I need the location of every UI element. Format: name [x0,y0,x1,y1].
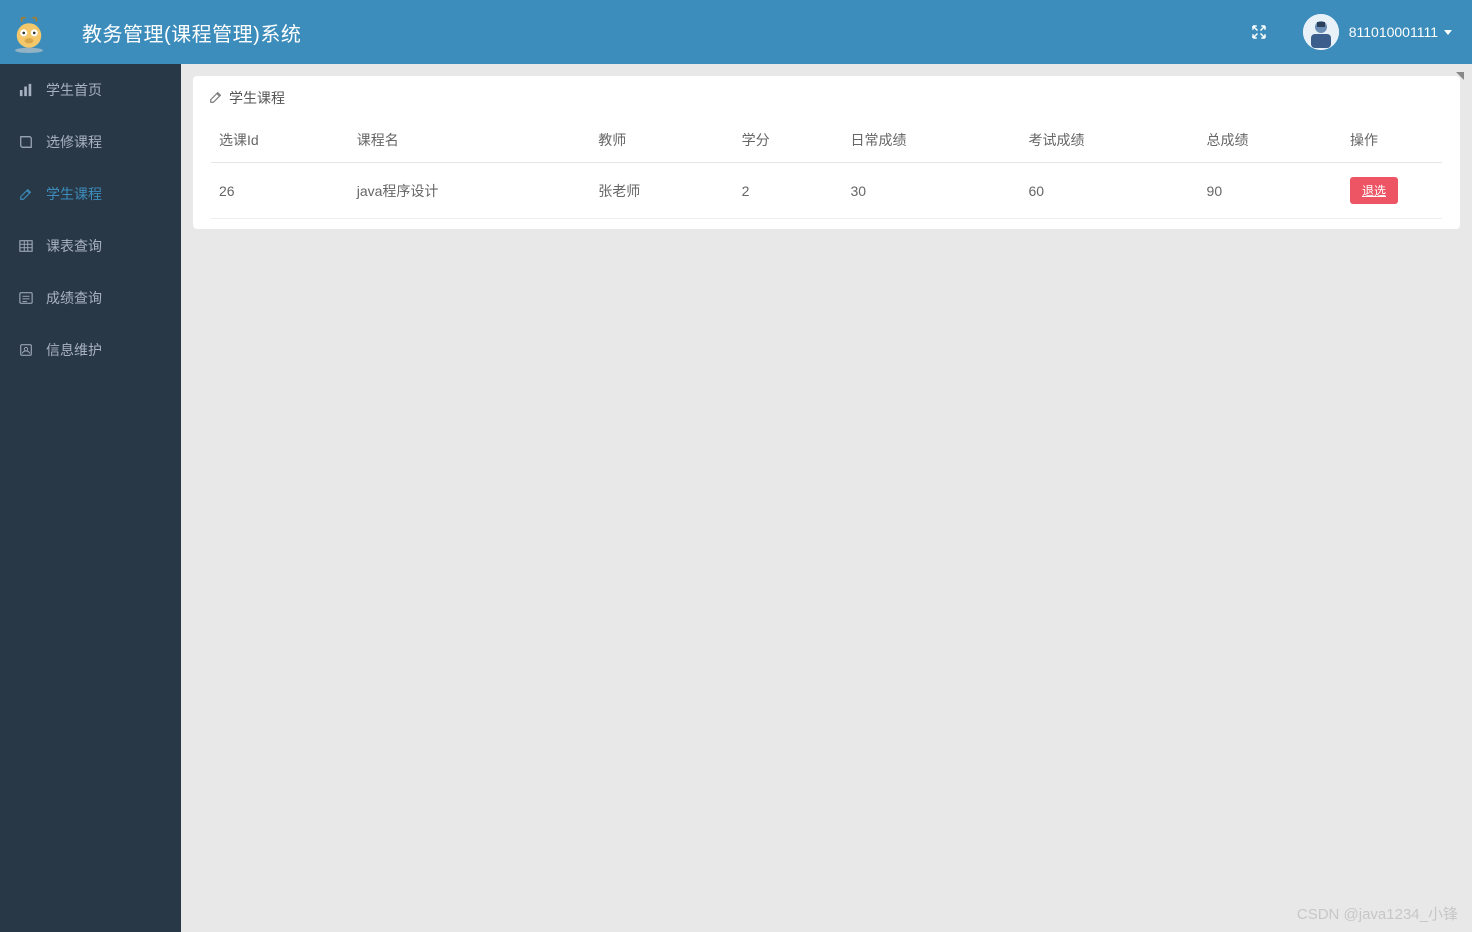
cell-credit: 2 [734,163,843,219]
list-icon [18,290,34,306]
content-panel: 学生课程 选课Id 课程名 教师 学分 日常成绩 考试成绩 总成绩 操作 [193,76,1460,229]
edit-icon [18,186,34,202]
sidebar-item-label: 信息维护 [46,340,102,360]
col-course: 课程名 [349,118,591,163]
course-table: 选课Id 课程名 教师 学分 日常成绩 考试成绩 总成绩 操作 26 java程… [211,118,1442,219]
panel-header: 学生课程 [193,76,1460,118]
book-icon [18,134,34,150]
sidebar-item-schedule[interactable]: 课表查询 [0,220,181,272]
profile-icon [18,342,34,358]
col-daily: 日常成绩 [842,118,1020,163]
username: 811010001111 [1349,24,1438,40]
app-logo [4,7,54,57]
col-exam: 考试成绩 [1021,118,1199,163]
sidebar-item-label: 选修课程 [46,132,102,152]
monkey-logo-icon [8,11,50,53]
sidebar-item-label: 成绩查询 [46,288,102,308]
withdraw-button[interactable]: 退选 [1350,177,1398,204]
cell-exam: 60 [1021,163,1199,219]
edit-icon [209,90,223,107]
col-total: 总成绩 [1199,118,1342,163]
sidebar: 学生首页 选修课程 学生课程 课表查询 成绩查询 [0,64,181,932]
cell-daily: 30 [842,163,1020,219]
panel-title: 学生课程 [229,88,285,108]
cell-teacher: 张老师 [590,163,733,219]
table-header-row: 选课Id 课程名 教师 学分 日常成绩 考试成绩 总成绩 操作 [211,118,1442,163]
cell-total: 90 [1199,163,1342,219]
col-teacher: 教师 [590,118,733,163]
sidebar-item-label: 学生首页 [46,80,102,100]
watermark: CSDN @java1234_小锋 [1297,903,1458,924]
fullscreen-button[interactable] [1243,16,1275,48]
app-title: 教务管理(课程管理)系统 [82,18,301,47]
bar-chart-icon [18,82,34,98]
cell-id: 26 [211,163,349,219]
avatar [1303,14,1339,50]
col-id: 选课Id [211,118,349,163]
sidebar-item-label: 课表查询 [46,236,102,256]
cell-action: 退选 [1342,163,1442,219]
col-credit: 学分 [734,118,843,163]
table-icon [18,238,34,254]
sidebar-item-courses[interactable]: 学生课程 [0,168,181,220]
sidebar-item-label: 学生课程 [46,184,102,204]
main-content: 学生课程 选课Id 课程名 教师 学分 日常成绩 考试成绩 总成绩 操作 [181,64,1472,932]
cell-course: java程序设计 [349,163,591,219]
sidebar-item-elective[interactable]: 选修课程 [0,116,181,168]
sidebar-item-profile[interactable]: 信息维护 [0,324,181,376]
sidebar-item-grades[interactable]: 成绩查询 [0,272,181,324]
panel-resize-handle[interactable] [1456,72,1464,80]
sidebar-item-home[interactable]: 学生首页 [0,64,181,116]
user-menu[interactable]: 811010001111 [1303,14,1452,50]
fullscreen-icon [1250,23,1268,41]
col-action: 操作 [1342,118,1442,163]
chevron-down-icon [1444,30,1452,35]
app-header: 教务管理(课程管理)系统 811010001111 [0,0,1472,64]
table-row: 26 java程序设计 张老师 2 30 60 90 退选 [211,163,1442,219]
